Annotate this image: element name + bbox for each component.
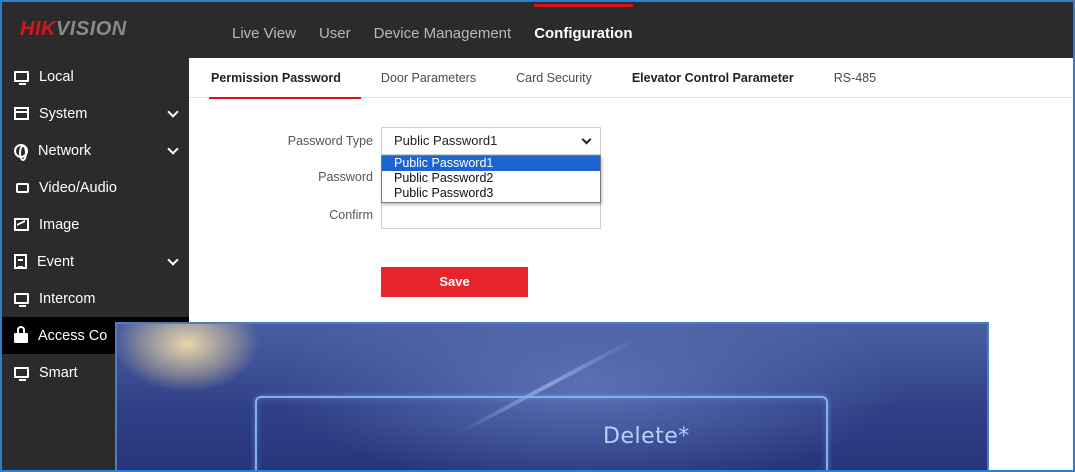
sidebar-item-video-audio[interactable]: Video/Audio xyxy=(2,169,189,206)
sidebar-item-label: Network xyxy=(38,142,92,159)
dropdown-option[interactable]: Public Password1 xyxy=(382,156,600,171)
password-label: Password xyxy=(318,170,373,184)
sidebar-item-intercom[interactable]: Intercom xyxy=(2,280,189,317)
confirm-label: Confirm xyxy=(329,208,373,222)
monitor-icon xyxy=(14,367,29,381)
tab-permission-password[interactable]: Permission Password xyxy=(209,58,361,99)
top-bar: HIKVISION Live View User Device Manageme… xyxy=(2,2,1073,58)
sidebar-item-network[interactable]: Network xyxy=(2,132,189,169)
password-type-dropdown: Public Password1 Public Password2 Public… xyxy=(381,155,601,203)
nav-device-management[interactable]: Device Management xyxy=(374,2,512,58)
sidebar-item-system[interactable]: System xyxy=(2,95,189,132)
nav-configuration[interactable]: Configuration xyxy=(534,2,633,58)
confirm-field[interactable] xyxy=(381,201,601,229)
sidebar-item-label: Local xyxy=(39,68,74,85)
dropdown-option[interactable]: Public Password2 xyxy=(382,171,600,186)
tab-door-parameters[interactable]: Door Parameters xyxy=(381,58,476,98)
delete-button-label: Delete* xyxy=(603,424,690,449)
logo-hik: HIK xyxy=(20,18,56,40)
chevron-down-icon xyxy=(167,106,179,118)
document-icon xyxy=(14,254,27,269)
top-nav: Live View User Device Management Configu… xyxy=(232,2,656,58)
dropdown-option[interactable]: Public Password3 xyxy=(382,186,600,201)
password-type-value: Public Password1 xyxy=(394,133,498,148)
password-type-label: Password Type xyxy=(287,134,373,148)
sidebar-item-label: Smart xyxy=(39,364,78,381)
tab-card-security[interactable]: Card Security xyxy=(516,58,592,98)
save-button[interactable]: Save xyxy=(381,267,528,297)
sidebar-item-local[interactable]: Local xyxy=(2,58,189,95)
sub-tabs: Permission Password Door Parameters Card… xyxy=(189,58,1073,99)
sidebar-item-image[interactable]: Image xyxy=(2,206,189,243)
delete-button-photo xyxy=(255,396,828,470)
tab-rs-485[interactable]: RS-485 xyxy=(834,58,876,98)
sidebar-item-label: Video/Audio xyxy=(39,179,117,196)
logo-vision: VISION xyxy=(55,18,127,40)
sidebar-item-label: Intercom xyxy=(39,290,96,307)
tab-elevator-control-parameter[interactable]: Elevator Control Parameter xyxy=(632,58,794,98)
sidebar-item-label: Event xyxy=(37,253,75,270)
monitor-icon xyxy=(14,293,29,307)
monitor-icon xyxy=(14,71,29,85)
chevron-down-icon xyxy=(581,134,592,145)
lock-icon xyxy=(14,325,28,343)
nav-live-view[interactable]: Live View xyxy=(232,2,296,58)
app-window: HIKVISION Live View User Device Manageme… xyxy=(0,0,1075,472)
window-icon xyxy=(14,107,29,120)
nav-user[interactable]: User xyxy=(319,2,351,58)
brand-logo: HIKVISION xyxy=(20,18,127,41)
sidebar-item-event[interactable]: Event xyxy=(2,243,189,280)
sidebar-item-label: Access Co xyxy=(38,327,108,344)
chevron-down-icon xyxy=(167,143,179,155)
sidebar-item-label: Image xyxy=(39,216,80,233)
sidebar-item-label: System xyxy=(39,105,88,122)
password-type-select[interactable]: Public Password1 xyxy=(381,127,601,155)
globe-icon xyxy=(14,143,28,161)
device-screen-photo: Delete* xyxy=(115,322,989,470)
image-icon xyxy=(14,218,29,231)
chevron-down-icon xyxy=(167,254,179,266)
video-icon xyxy=(16,182,29,193)
